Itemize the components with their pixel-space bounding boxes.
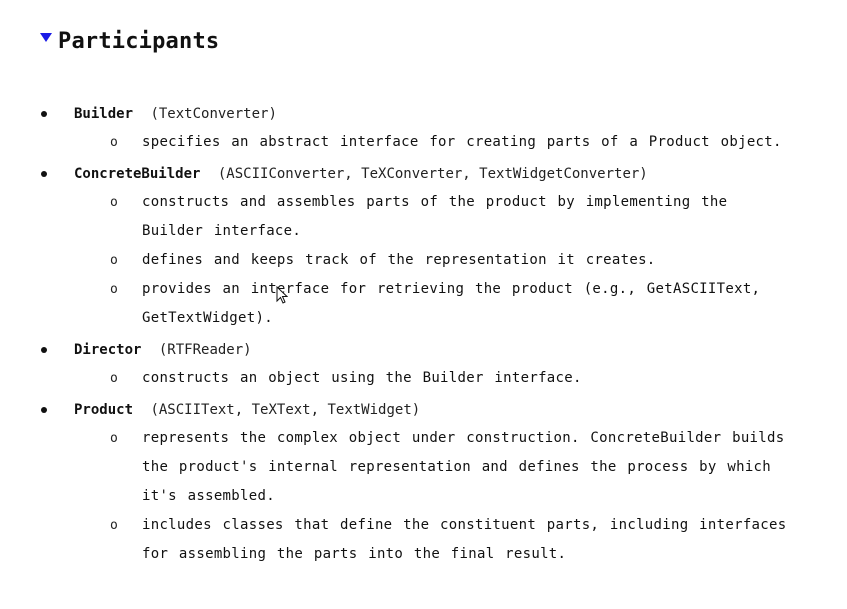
responsibility-item: o specifies an abstract interface for cr… <box>74 128 797 157</box>
participant-builder: Builder (TextConverter) o specifies an a… <box>0 100 847 157</box>
responsibility-text: specifies an abstract interface for crea… <box>142 134 782 150</box>
participant-classes: (ASCIIConverter, TeXConverter, TextWidge… <box>217 166 648 182</box>
participant-classes: (TextConverter) <box>150 106 277 122</box>
participant-heading: Product (ASCIIText, TeXText, TextWidget) <box>41 396 847 424</box>
sub-bullet: o <box>110 253 119 268</box>
participant-product: Product (ASCIIText, TeXText, TextWidget)… <box>0 396 847 569</box>
responsibility-text: constructs and assembles parts of the pr… <box>142 194 728 239</box>
sub-bullet: o <box>110 371 119 386</box>
responsibility-list: o constructs and assembles parts of the … <box>74 188 847 333</box>
participant-name: Builder <box>74 106 134 122</box>
mouse-pointer-icon <box>276 286 288 304</box>
responsibility-list: o specifies an abstract interface for cr… <box>74 128 847 157</box>
participants-list: Builder (TextConverter) o specifies an a… <box>0 100 847 572</box>
responsibility-item: o provides an interface for retrieving t… <box>74 275 797 333</box>
sub-bullet: o <box>110 195 119 210</box>
participant-name: Director <box>74 342 142 358</box>
responsibility-item: o constructs an object using the Builder… <box>74 364 797 393</box>
responsibility-item: o defines and keeps track of the represe… <box>74 246 797 275</box>
responsibility-item: o includes classes that define the const… <box>74 511 797 569</box>
bullet-dot <box>41 171 47 177</box>
bullet-dot <box>41 111 47 117</box>
participant-name: ConcreteBuilder <box>74 166 201 182</box>
responsibility-list: o represents the complex object under co… <box>74 424 847 569</box>
responsibility-text: represents the complex object under cons… <box>142 430 785 504</box>
responsibility-item: o constructs and assembles parts of the … <box>74 188 797 246</box>
responsibility-text: constructs an object using the Builder i… <box>142 370 582 386</box>
bullet-dot <box>41 407 47 413</box>
participant-heading: Builder (TextConverter) <box>41 100 847 128</box>
participant-heading: Director (RTFReader) <box>41 336 847 364</box>
sub-bullet: o <box>110 518 119 533</box>
section-header: Participants <box>40 28 219 56</box>
sub-bullet: o <box>110 135 119 150</box>
participant-director: Director (RTFReader) o constructs an obj… <box>0 336 847 393</box>
sub-bullet: o <box>110 282 119 297</box>
section-title: Participants <box>58 29 220 54</box>
participant-concretebuilder: ConcreteBuilder (ASCIIConverter, TeXConv… <box>0 160 847 333</box>
responsibility-list: o constructs an object using the Builder… <box>74 364 847 393</box>
collapse-triangle-icon[interactable] <box>40 33 52 42</box>
responsibility-text: provides an interface for retrieving the… <box>142 281 761 326</box>
responsibility-item: o represents the complex object under co… <box>74 424 797 511</box>
participant-name: Product <box>74 402 134 418</box>
participant-classes: (RTFReader) <box>158 342 252 358</box>
responsibility-text: defines and keeps track of the represent… <box>142 252 656 268</box>
sub-bullet: o <box>110 431 119 446</box>
participant-classes: (ASCIIText, TeXText, TextWidget) <box>150 402 421 418</box>
bullet-dot <box>41 347 47 353</box>
participant-heading: ConcreteBuilder (ASCIIConverter, TeXConv… <box>41 160 847 188</box>
responsibility-text: includes classes that define the constit… <box>142 517 787 562</box>
